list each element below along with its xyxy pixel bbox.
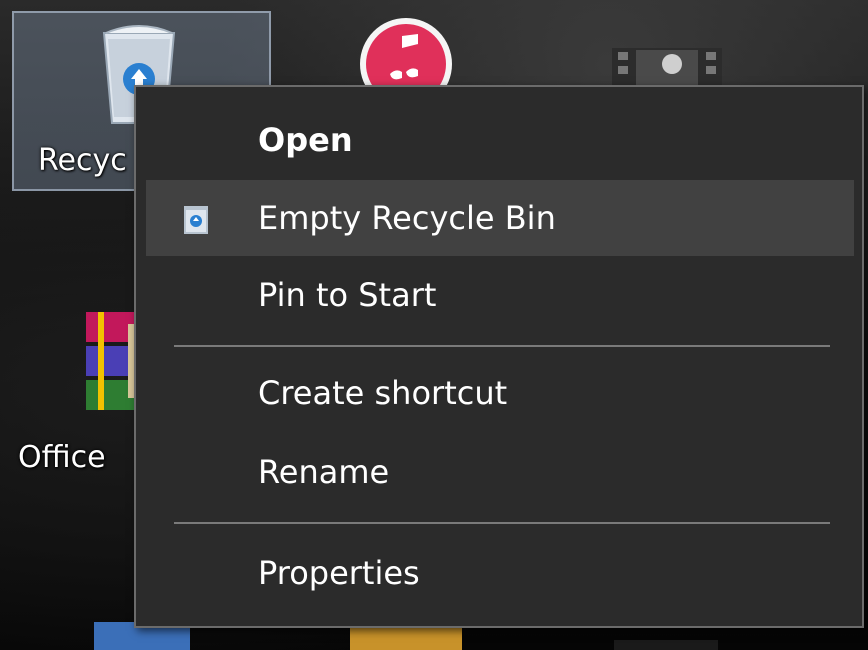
menu-item-label: Rename (258, 453, 390, 491)
desktop-icon-partial[interactable] (350, 626, 462, 650)
menu-item-label: Create shortcut (258, 374, 508, 412)
recycle-bin-small-icon (184, 206, 208, 234)
desktop-icon-office[interactable]: Office (14, 300, 144, 490)
desktop-icon-partial[interactable] (614, 640, 718, 650)
context-menu: Open Empty Recycle Bin Pin to Start Crea… (134, 85, 864, 628)
menu-item-create-shortcut[interactable]: Create shortcut (146, 355, 854, 431)
menu-separator (174, 522, 830, 524)
menu-separator (174, 345, 830, 347)
menu-item-properties[interactable]: Properties (146, 535, 854, 611)
desktop-icon-label: Recyc (38, 143, 127, 178)
menu-item-label: Properties (258, 554, 420, 592)
menu-item-pin-to-start[interactable]: Pin to Start (146, 257, 854, 333)
desktop-icon-label: Office (18, 440, 106, 475)
video-file-icon[interactable] (612, 48, 722, 88)
menu-item-open[interactable]: Open (146, 102, 854, 178)
menu-item-rename[interactable]: Rename (146, 434, 854, 510)
itunes-icon[interactable] (356, 14, 456, 94)
menu-item-label: Empty Recycle Bin (258, 199, 556, 237)
menu-item-label: Open (258, 121, 353, 159)
menu-item-label: Pin to Start (258, 276, 437, 314)
desktop: Recyc Office Open Empty Recycle Bin Pin … (0, 0, 868, 650)
menu-item-empty-recycle-bin[interactable]: Empty Recycle Bin (146, 180, 854, 256)
